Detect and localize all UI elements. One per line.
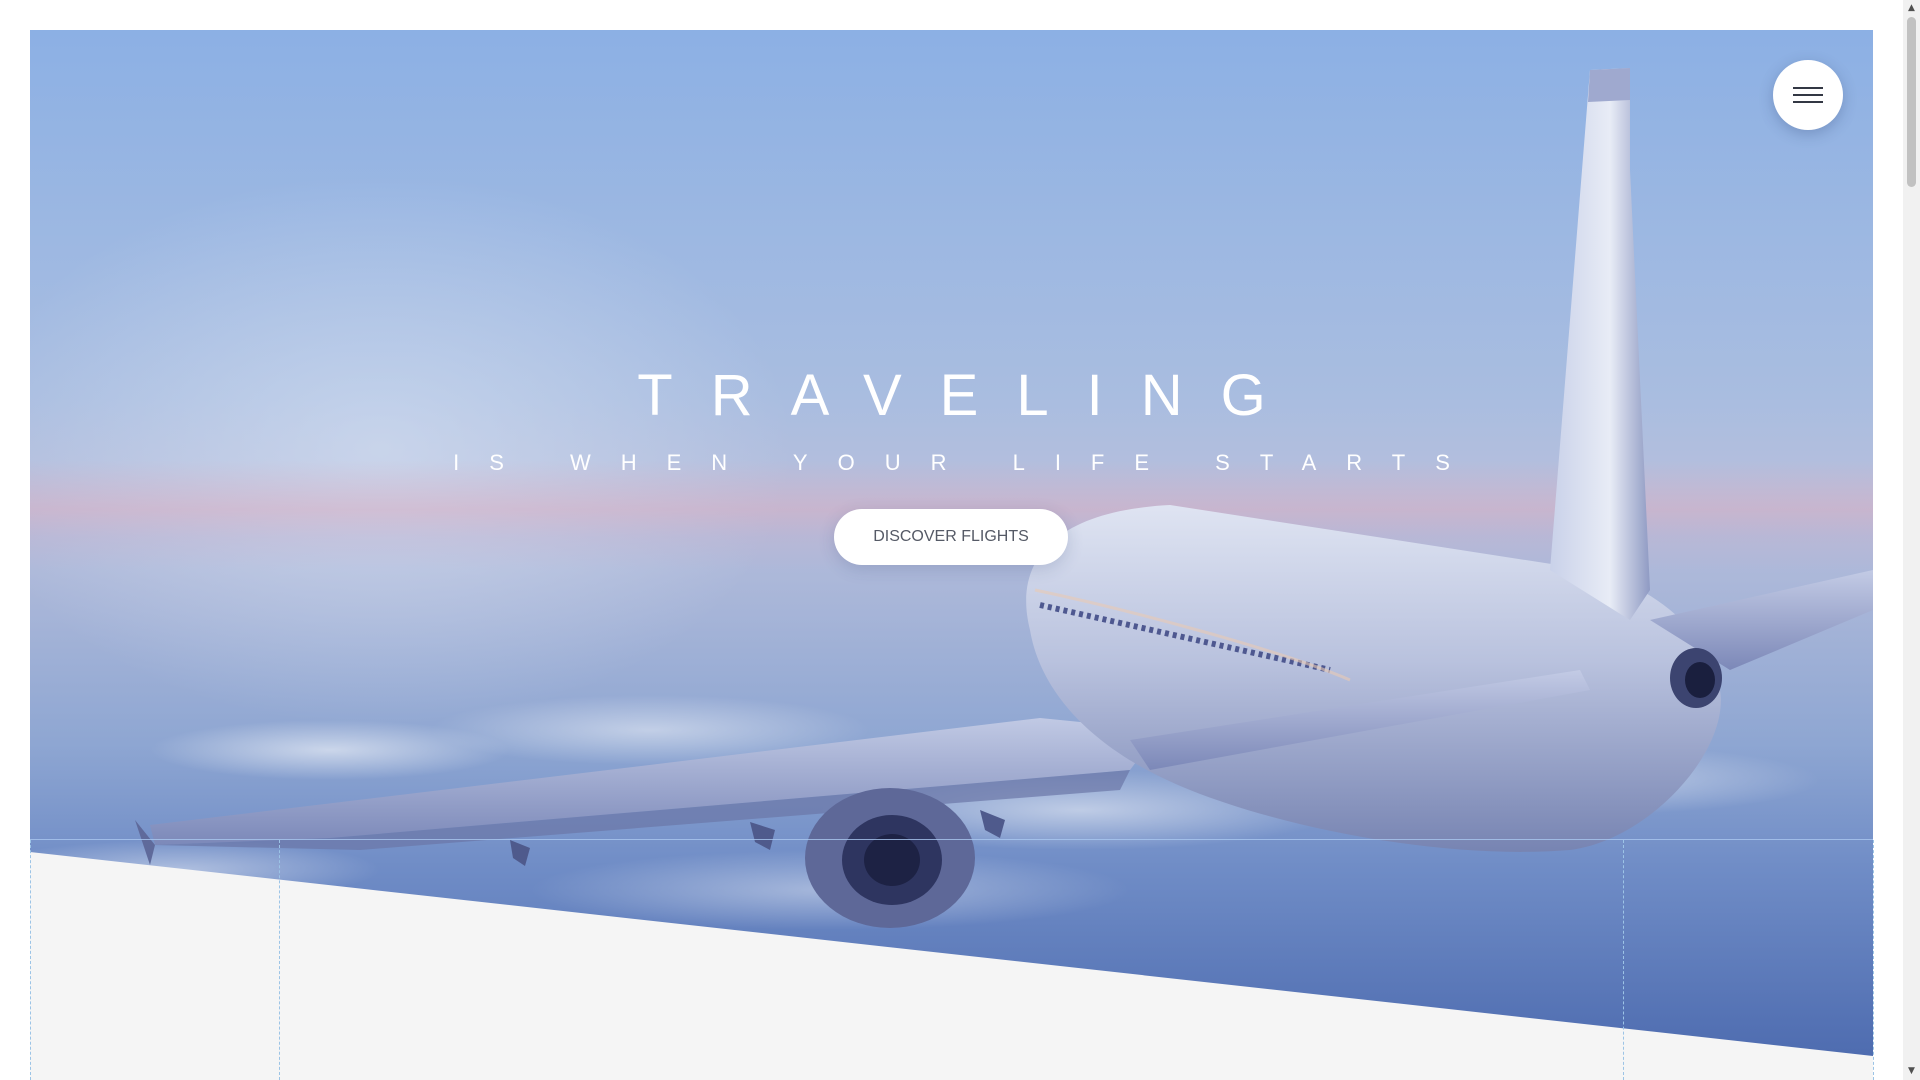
guide-line-column-right bbox=[1623, 840, 1624, 1080]
menu-button[interactable] bbox=[1773, 60, 1843, 130]
page-scrollbar[interactable]: ▲ ▼ bbox=[1903, 0, 1920, 1080]
guide-line-column bbox=[279, 840, 280, 1080]
scroll-down-icon[interactable]: ▼ bbox=[1903, 1063, 1920, 1080]
guide-line-horizontal bbox=[30, 839, 1873, 840]
guide-line-left bbox=[30, 840, 31, 1080]
hero-subtitle: IS WHEN YOUR LIFE STARTS bbox=[453, 450, 1480, 475]
hamburger-icon bbox=[1793, 87, 1823, 103]
hero-section: TRAVELING IS WHEN YOUR LIFE STARTS DISCO… bbox=[30, 30, 1873, 1080]
scroll-up-icon[interactable]: ▲ bbox=[1903, 0, 1920, 17]
guide-line-right bbox=[1873, 840, 1874, 1080]
discover-flights-button[interactable]: DISCOVER FLIGHTS bbox=[834, 509, 1068, 565]
page: TRAVELING IS WHEN YOUR LIFE STARTS DISCO… bbox=[0, 0, 1920, 1080]
scrollbar-thumb[interactable] bbox=[1907, 17, 1916, 187]
hero-title: TRAVELING bbox=[637, 363, 1304, 428]
